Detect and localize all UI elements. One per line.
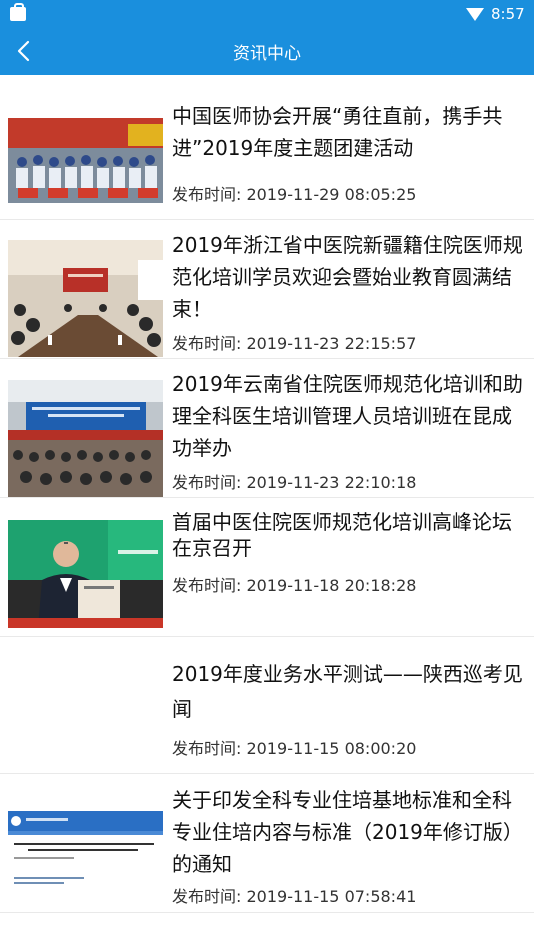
news-date: 发布时间: 2019-11-29 08:05:25 xyxy=(172,181,416,205)
status-time: 8:57 xyxy=(491,5,525,23)
status-bar: 8:57 xyxy=(0,0,534,28)
date-label: 发布时间: xyxy=(172,473,242,492)
news-title: 关于印发全科专业住培基地标准和全科专业住培内容与标准（2019年修订版）的通知 xyxy=(172,788,523,876)
news-item[interactable]: 中国医师协会开展“勇往直前，携手共进”2019年度主题团建活动 发布时间: 20… xyxy=(0,75,534,220)
shopping-bag-icon xyxy=(10,3,26,21)
news-date: 发布时间: 2019-11-23 22:10:18 xyxy=(172,469,416,493)
wifi-icon xyxy=(466,8,484,21)
news-item[interactable]: 2019年云南省住院医师规范化培训和助理全科医生培训管理人员培训班在昆成功举办 … xyxy=(0,359,534,498)
news-title: 首届中医住院医师规范化培训高峰论坛在京召开 xyxy=(172,510,512,560)
news-title: 2019年云南省住院医师规范化培训和助理全科医生培训管理人员培训班在昆成功举办 xyxy=(172,372,523,460)
date-value: 2019-11-23 22:10:18 xyxy=(246,473,417,492)
news-item[interactable]: 关于印发全科专业住培基地标准和全科专业住培内容与标准（2019年修订版）的通知 … xyxy=(0,774,534,913)
news-thumbnail xyxy=(8,118,163,203)
date-label: 发布时间: xyxy=(172,185,242,204)
news-title: 2019年浙江省中医院新疆籍住院医师规范化培训学员欢迎会暨始业教育圆满结束！ xyxy=(172,233,523,321)
news-date: 发布时间: 2019-11-15 08:00:20 xyxy=(172,735,416,759)
news-title: 中国医师协会开展“勇往直前，携手共进”2019年度主题团建活动 xyxy=(172,104,503,160)
date-value: 2019-11-23 22:15:57 xyxy=(246,334,417,353)
date-label: 发布时间: xyxy=(172,887,242,906)
news-date: 发布时间: 2019-11-23 22:15:57 xyxy=(172,330,416,354)
news-item[interactable]: 首届中医住院医师规范化培训高峰论坛在京召开 发布时间: 2019-11-18 2… xyxy=(0,498,534,637)
date-value: 2019-11-18 20:18:28 xyxy=(246,576,417,595)
date-label: 发布时间: xyxy=(172,739,242,758)
news-date: 发布时间: 2019-11-15 07:58:41 xyxy=(172,883,416,907)
news-date: 发布时间: 2019-11-18 20:18:28 xyxy=(172,572,416,596)
date-value: 2019-11-15 07:58:41 xyxy=(246,887,417,906)
news-item[interactable]: 2019年浙江省中医院新疆籍住院医师规范化培训学员欢迎会暨始业教育圆满结束！ 发… xyxy=(0,220,534,359)
app-bar: 资讯中心 xyxy=(0,28,534,75)
news-thumbnail xyxy=(8,380,163,497)
news-item[interactable]: 2019年度业务水平测试——陕西巡考见闻 发布时间: 2019-11-15 08… xyxy=(0,637,534,774)
news-thumbnail xyxy=(8,811,163,891)
date-label: 发布时间: xyxy=(172,334,242,353)
date-label: 发布时间: xyxy=(172,576,242,595)
date-value: 2019-11-15 08:00:20 xyxy=(246,739,417,758)
page-title: 资讯中心 xyxy=(233,44,301,64)
date-value: 2019-11-29 08:05:25 xyxy=(246,185,417,204)
news-thumbnail xyxy=(8,240,163,357)
news-title: 2019年度业务水平测试——陕西巡考见闻 xyxy=(172,662,523,721)
news-thumbnail xyxy=(8,520,163,628)
